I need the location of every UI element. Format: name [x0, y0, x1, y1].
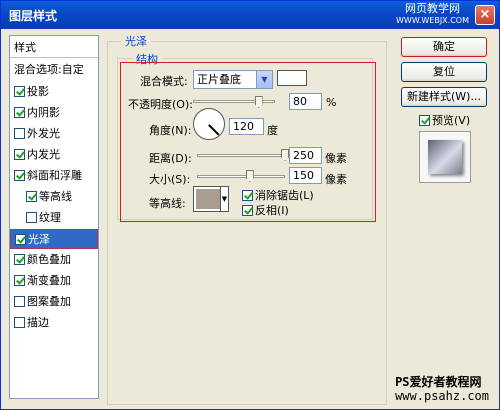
size-slider[interactable]	[197, 175, 285, 178]
size-unit: 像素	[325, 173, 347, 186]
opacity-slider[interactable]	[193, 100, 275, 103]
color-swatch[interactable]	[277, 70, 307, 86]
sidebar-item-checkbox[interactable]	[14, 275, 25, 286]
sidebar-item[interactable]: 渐变叠加	[10, 271, 98, 291]
angle-dial[interactable]	[193, 108, 225, 140]
distance-slider[interactable]	[197, 154, 285, 157]
sidebar-item-checkbox[interactable]	[14, 149, 25, 160]
sidebar-item[interactable]: 纹理	[10, 208, 98, 228]
antialias-checkbox[interactable]	[242, 190, 253, 201]
sidebar-item-checkbox[interactable]	[14, 317, 25, 328]
sidebar-item[interactable]: 描边	[10, 313, 98, 333]
top-watermark-line2: WWW.WEBJX.COM	[396, 16, 469, 25]
sidebar-item[interactable]: 光泽	[10, 229, 98, 249]
sidebar-item-label: 内发光	[27, 148, 60, 161]
sidebar-item[interactable]: 颜色叠加	[10, 250, 98, 270]
sidebar-item-label: 投影	[27, 85, 49, 98]
dialog-title: 图层样式	[9, 9, 58, 23]
bottom-watermark-line1: PS爱好者教程网	[395, 375, 482, 389]
size-label: 大小(S):	[149, 173, 191, 186]
sidebar-item-label: 图案叠加	[27, 295, 71, 308]
sidebar-item-checkbox[interactable]	[14, 170, 25, 181]
angle-unit: 度	[267, 124, 278, 137]
antialias-option[interactable]: 消除锯齿(L)	[242, 187, 314, 203]
bottom-watermark: PS爱好者教程网 www.psahz.com	[395, 375, 489, 403]
distance-label: 距离(D):	[149, 152, 192, 165]
opacity-label: 不透明度(O):	[128, 98, 193, 111]
antialias-label: 消除锯齿(L)	[255, 189, 314, 202]
chevron-down-icon[interactable]: ▼	[220, 187, 228, 211]
sidebar-item[interactable]: 图案叠加	[10, 292, 98, 312]
opacity-unit: %	[326, 96, 337, 109]
bottom-watermark-line2: www.psahz.com	[395, 389, 489, 403]
angle-label: 角度(N):	[149, 124, 192, 137]
contour-picker[interactable]: ▼	[193, 186, 229, 212]
sidebar-item-checkbox[interactable]	[26, 212, 37, 223]
preview-checkbox[interactable]	[419, 115, 430, 126]
sidebar-item-checkbox[interactable]	[14, 86, 25, 97]
layer-style-dialog: 图层样式 网页教学网 WWW.WEBJX.COM × 样式 混合选项:自定 投影…	[0, 0, 500, 410]
sidebar-item-label: 描边	[27, 316, 49, 329]
sidebar-item-label: 外发光	[27, 127, 60, 140]
style-list-header[interactable]: 样式	[10, 38, 98, 58]
distance-unit: 像素	[325, 152, 347, 165]
invert-option[interactable]: 反相(I)	[242, 202, 289, 218]
opacity-input[interactable]: 80	[289, 93, 322, 110]
sidebar-item-label: 纹理	[39, 211, 61, 224]
chevron-down-icon[interactable]: ▼	[256, 71, 272, 88]
sidebar-item[interactable]: 等高线	[10, 187, 98, 207]
angle-dial-hand	[208, 124, 220, 136]
preview-label: 预览(V)	[432, 114, 471, 127]
sidebar-item-checkbox[interactable]	[15, 234, 26, 245]
blend-options-item[interactable]: 混合选项:自定	[10, 60, 98, 80]
top-watermark: 网页教学网 WWW.WEBJX.COM	[396, 3, 469, 27]
blend-mode-label: 混合模式:	[140, 75, 188, 88]
angle-input[interactable]: 120	[229, 118, 264, 135]
preview-option[interactable]: 预览(V)	[419, 112, 470, 128]
style-preview	[419, 131, 471, 183]
sidebar-item[interactable]: 投影	[10, 82, 98, 102]
sidebar-item-label: 内阴影	[27, 106, 60, 119]
sidebar-item[interactable]: 内发光	[10, 145, 98, 165]
contour-thumbnail	[196, 189, 220, 209]
sidebar-item-label: 等高线	[39, 190, 72, 203]
reset-button[interactable]: 复位	[401, 62, 487, 82]
sidebar-item-label: 渐变叠加	[27, 274, 71, 287]
title-bar[interactable]: 图层样式 网页教学网 WWW.WEBJX.COM ×	[1, 1, 499, 29]
sidebar-item-checkbox[interactable]	[14, 107, 25, 118]
distance-input[interactable]: 250	[289, 147, 322, 164]
sidebar-item-label: 斜面和浮雕	[27, 169, 82, 182]
size-input[interactable]: 150	[289, 167, 322, 184]
sidebar-item-checkbox[interactable]	[14, 254, 25, 265]
contour-label: 等高线:	[149, 197, 186, 210]
top-watermark-line1: 网页教学网	[405, 2, 460, 15]
sidebar-item-label: 颜色叠加	[27, 253, 71, 266]
blend-mode-value: 正片叠底	[197, 73, 241, 86]
ok-button[interactable]: 确定	[401, 37, 487, 57]
style-list: 样式 混合选项:自定 投影内阴影外发光内发光斜面和浮雕等高线纹理光泽颜色叠加渐变…	[9, 35, 99, 399]
new-style-button[interactable]: 新建样式(W)...	[401, 87, 487, 107]
sidebar-item[interactable]: 斜面和浮雕	[10, 166, 98, 186]
blend-mode-select[interactable]: 正片叠底 ▼	[193, 70, 273, 89]
preview-thumbnail	[428, 140, 462, 174]
sidebar-item[interactable]: 外发光	[10, 124, 98, 144]
sidebar-item-checkbox[interactable]	[14, 128, 25, 139]
sidebar-item-checkbox[interactable]	[26, 191, 37, 202]
sidebar-item[interactable]: 内阴影	[10, 103, 98, 123]
close-button[interactable]: ×	[475, 5, 495, 25]
sidebar-item-checkbox[interactable]	[14, 296, 25, 307]
satin-group-title: 光泽	[121, 33, 151, 49]
invert-checkbox[interactable]	[242, 205, 253, 216]
sidebar-item-label: 光泽	[28, 233, 50, 246]
invert-label: 反相(I)	[255, 204, 289, 217]
